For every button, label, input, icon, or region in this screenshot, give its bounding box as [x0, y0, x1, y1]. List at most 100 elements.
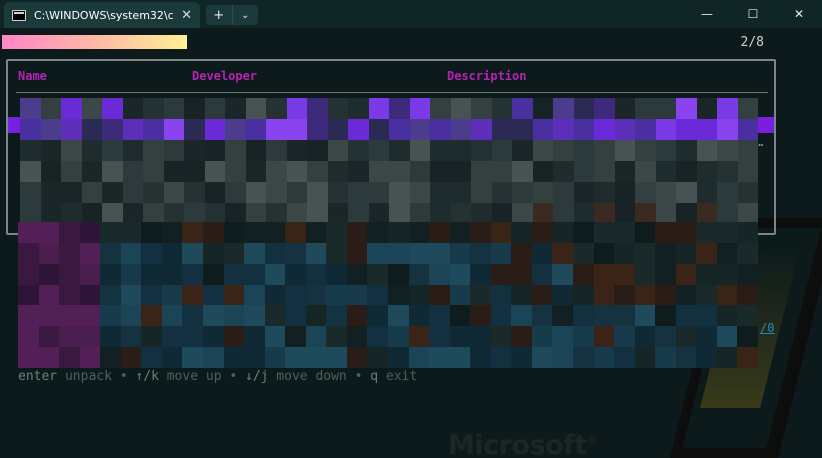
mosaic-cell: [266, 182, 287, 203]
tab-title: C:\WINDOWS\system32\cmd.: [34, 8, 174, 22]
mosaic-cell: [141, 263, 162, 285]
mosaic-cell: [223, 326, 245, 348]
mosaic-cell: [471, 98, 492, 119]
link-fragment[interactable]: /0: [760, 321, 774, 335]
mosaic-cell: [223, 284, 245, 306]
mosaic-cell: [553, 161, 574, 182]
mosaic-cell: [20, 203, 41, 224]
mosaic-cell: [38, 347, 60, 368]
mosaic-cell: [614, 242, 635, 264]
mosaic-cell: [429, 305, 450, 327]
mosaic-cell: [387, 222, 409, 243]
mosaic-cell: [120, 284, 142, 306]
minimize-button[interactable]: —: [684, 0, 730, 28]
mosaic-cell: [614, 347, 635, 368]
mosaic-cell: [531, 326, 553, 348]
mosaic-cell: [59, 284, 80, 306]
mosaic-cell: [182, 222, 203, 243]
mosaic-cell: [244, 347, 265, 368]
close-button[interactable]: ✕: [776, 0, 822, 28]
mosaic-cell: [305, 305, 327, 327]
mosaic-cell: [346, 305, 368, 327]
mosaic-cell: [225, 119, 246, 140]
mosaic-cell: [634, 222, 656, 243]
mosaic-cell: [572, 242, 594, 264]
mosaic-cell: [553, 98, 574, 119]
mosaic-cell: [389, 98, 410, 119]
mosaic-cell: [572, 347, 594, 368]
progress-bar: [2, 35, 187, 49]
mosaic-cell: [634, 347, 656, 368]
mosaic-cell: [593, 347, 615, 368]
maximize-button[interactable]: ☐: [730, 0, 776, 28]
mosaic-cell: [552, 242, 573, 264]
mosaic-cell: [552, 222, 573, 243]
mosaic-cell: [286, 119, 307, 140]
mosaic-cell: [389, 140, 410, 161]
mosaic-cell: [143, 98, 164, 119]
mosaic-cell: [202, 326, 224, 348]
mosaic-cell: [532, 182, 553, 203]
mosaic-cell: [696, 182, 717, 203]
mosaic-cell: [449, 305, 471, 327]
mosaic-cell: [100, 263, 121, 285]
mosaic-cell: [161, 326, 183, 348]
mosaic-cell: [143, 161, 164, 182]
mosaic-cell: [61, 161, 82, 182]
mosaic-cell: [38, 242, 60, 264]
tab-cmd[interactable]: C:\WINDOWS\system32\cmd. ✕: [4, 2, 200, 28]
mosaic-cell: [244, 326, 265, 348]
mosaic-cell: [326, 326, 347, 348]
mosaic-cell: [676, 182, 697, 203]
mosaic-cell: [79, 305, 101, 327]
mosaic-cell: [655, 263, 676, 285]
mosaic-cell: [202, 222, 224, 243]
mosaic-cell: [38, 263, 60, 285]
mosaic-cell: [655, 98, 676, 119]
mosaic-cell: [225, 161, 246, 182]
mosaic-cell: [429, 347, 450, 368]
mosaic-cell: [245, 182, 266, 203]
mosaic-cell: [594, 98, 615, 119]
mosaic-cell: [490, 242, 512, 264]
tab-close-icon[interactable]: ✕: [181, 8, 192, 23]
mosaic-cell: [285, 263, 306, 285]
mosaic-cell: [307, 161, 328, 182]
mosaic-cell: [470, 326, 491, 348]
mosaic-cell: [429, 284, 450, 306]
mosaic-cell: [59, 305, 80, 327]
mosaic-cell: [429, 263, 450, 285]
mosaic-cell: [573, 119, 594, 140]
mosaic-cell: [348, 98, 369, 119]
mosaic-cell: [223, 347, 245, 368]
mosaic-cell: [307, 98, 328, 119]
mosaic-cell: [100, 347, 121, 368]
mosaic-cell: [594, 161, 615, 182]
mosaic-cell: [307, 140, 328, 161]
mosaic-cell: [696, 305, 717, 327]
mosaic-cell: [204, 140, 225, 161]
mosaic-cell: [264, 326, 286, 348]
dropdown-button[interactable]: ⌄: [231, 5, 259, 25]
mosaic-cell: [81, 140, 102, 161]
mosaic-cell: [143, 203, 164, 224]
mosaic-cell: [61, 119, 82, 140]
mosaic-cell: [367, 242, 388, 264]
new-tab-button[interactable]: +: [206, 5, 232, 25]
mosaic-cell: [676, 98, 697, 119]
hint-key-down: ↓/j: [245, 369, 269, 384]
mosaic-cell: [285, 326, 306, 348]
mosaic-cell: [368, 119, 389, 140]
hint-key-quit: q: [370, 369, 379, 384]
mosaic-cell: [594, 140, 615, 161]
mosaic-cell: [450, 140, 471, 161]
mosaic-cell: [634, 284, 656, 306]
mosaic-cell: [79, 263, 101, 285]
mosaic-cell: [675, 284, 697, 306]
mosaic-cell: [244, 263, 265, 285]
mosaic-cell: [614, 326, 635, 348]
mosaic-cell: [307, 119, 328, 140]
mosaic-cell: [717, 161, 738, 182]
mosaic-cell: [163, 119, 184, 140]
mosaic-cell: [348, 182, 369, 203]
